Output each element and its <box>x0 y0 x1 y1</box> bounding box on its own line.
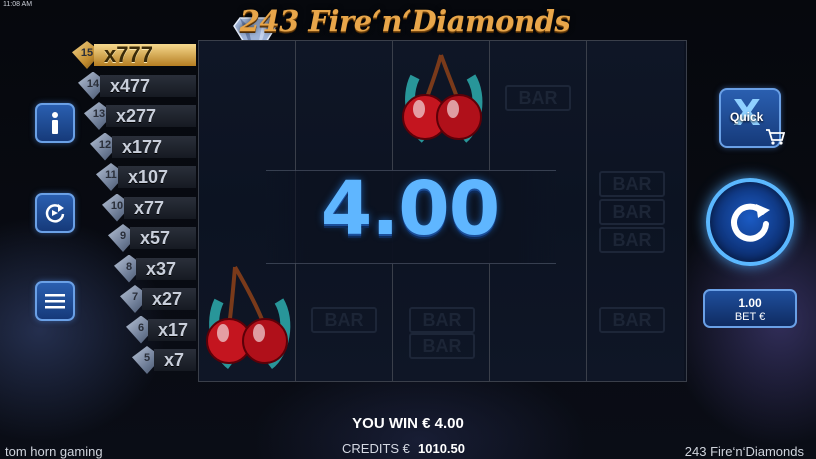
paytable-multiplier: x277 <box>106 105 196 127</box>
paytable-multiplier: x17 <box>148 318 196 341</box>
bar-symbol: BAR <box>599 171 665 197</box>
paytable-multiplier: x477 <box>100 74 196 97</box>
quick-label: Quick <box>730 110 764 124</box>
bar-symbol: BAR <box>409 307 475 333</box>
paytable-multiplier: x77 <box>124 196 196 219</box>
bet-label: BET € <box>734 311 766 323</box>
footer-game-name: 243 Fire‘n‘Diamonds <box>684 444 804 459</box>
paytable-multiplier: x777 <box>94 44 196 66</box>
paytable: 15 x777 14 x477 13 x277 12 x177 11 x107 10 x77 9 x57 8… <box>72 41 196 381</box>
status-time: 11:08 AM <box>3 1 33 8</box>
menu-button[interactable] <box>35 281 75 321</box>
autoplay-button[interactable] <box>35 193 75 233</box>
credits-value: 1010.50 <box>418 441 465 456</box>
bet-value: 1.00 <box>738 296 762 310</box>
spin-icon <box>731 203 770 242</box>
info-icon <box>52 112 58 134</box>
win-amount: 4.00 <box>320 166 501 252</box>
paytable-multiplier: x7 <box>154 349 196 371</box>
bet-button[interactable]: 1.00 BET € <box>703 289 797 328</box>
autoplay-icon <box>45 204 65 223</box>
cherry-symbol <box>206 265 291 369</box>
cherry-symbol <box>402 54 483 143</box>
credits-label: CREDITS € <box>342 441 410 456</box>
you-win-text: YOU WIN € 4.00 <box>352 415 464 432</box>
paytable-multiplier: x177 <box>112 135 196 158</box>
bar-symbol: BAR <box>409 333 475 359</box>
bar-symbol: BAR <box>311 307 377 333</box>
spin-button[interactable] <box>706 178 794 266</box>
game-title: 243 Fire‘n‘Diamonds <box>239 4 571 38</box>
paytable-multiplier: x27 <box>142 288 196 310</box>
paytable-multiplier: x57 <box>130 227 196 249</box>
paytable-multiplier: x107 <box>118 166 196 188</box>
paytable-multiplier: x37 <box>136 257 196 280</box>
info-button[interactable] <box>35 103 75 143</box>
bar-symbol: BAR <box>599 227 665 253</box>
cart-icon <box>766 129 785 145</box>
bar-symbol: BAR <box>505 85 571 111</box>
bar-symbol: BAR <box>599 307 665 333</box>
bar-symbol: BAR <box>599 199 665 225</box>
menu-icon <box>45 294 65 309</box>
quick-spin-button[interactable]: X Quick <box>719 88 785 148</box>
brand-label: tom horn gaming <box>5 444 103 459</box>
